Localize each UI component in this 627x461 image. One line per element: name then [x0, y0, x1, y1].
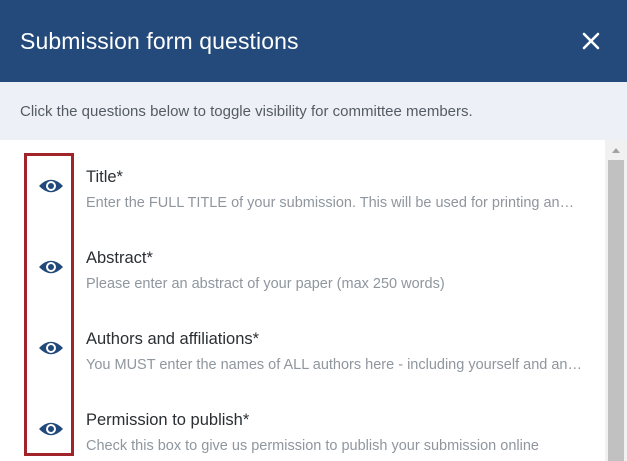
dialog-header: Submission form questions: [0, 0, 627, 82]
scroll-up-button[interactable]: [605, 140, 627, 160]
question-description: You MUST enter the names of ALL authors …: [86, 357, 582, 373]
question-description: Please enter an abstract of your paper (…: [86, 276, 445, 292]
vertical-scrollbar[interactable]: [605, 140, 627, 461]
question-list-area: Title* Enter the FULL TITLE of your subm…: [0, 140, 627, 461]
question-title: Abstract*: [86, 249, 153, 267]
question-item-authors[interactable]: Authors and affiliations* You MUST enter…: [0, 302, 605, 382]
scroll-up-icon: [612, 148, 620, 153]
question-item-abstract[interactable]: Abstract* Please enter an abstract of yo…: [0, 221, 605, 301]
dialog-title: Submission form questions: [20, 27, 299, 54]
question-list: Title* Enter the FULL TITLE of your subm…: [0, 140, 605, 461]
eye-icon[interactable]: [38, 420, 64, 438]
scroll-thumb[interactable]: [608, 160, 624, 461]
question-item-title[interactable]: Title* Enter the FULL TITLE of your subm…: [0, 140, 605, 220]
instructions-text: Click the questions below to toggle visi…: [20, 102, 473, 120]
question-description: Check this box to give us permission to …: [86, 438, 539, 454]
eye-icon[interactable]: [38, 339, 64, 357]
question-title: Title*: [86, 168, 123, 186]
question-description: Enter the FULL TITLE of your submission.…: [86, 195, 582, 211]
question-title: Permission to publish*: [86, 411, 250, 429]
question-item-permission[interactable]: Permission to publish* Check this box to…: [0, 383, 605, 461]
eye-icon[interactable]: [38, 177, 64, 195]
close-button[interactable]: [577, 27, 605, 55]
instructions-bar: Click the questions below to toggle visi…: [0, 82, 627, 140]
question-title: Authors and affiliations*: [86, 330, 260, 348]
close-icon: [582, 32, 600, 50]
eye-icon[interactable]: [38, 258, 64, 276]
